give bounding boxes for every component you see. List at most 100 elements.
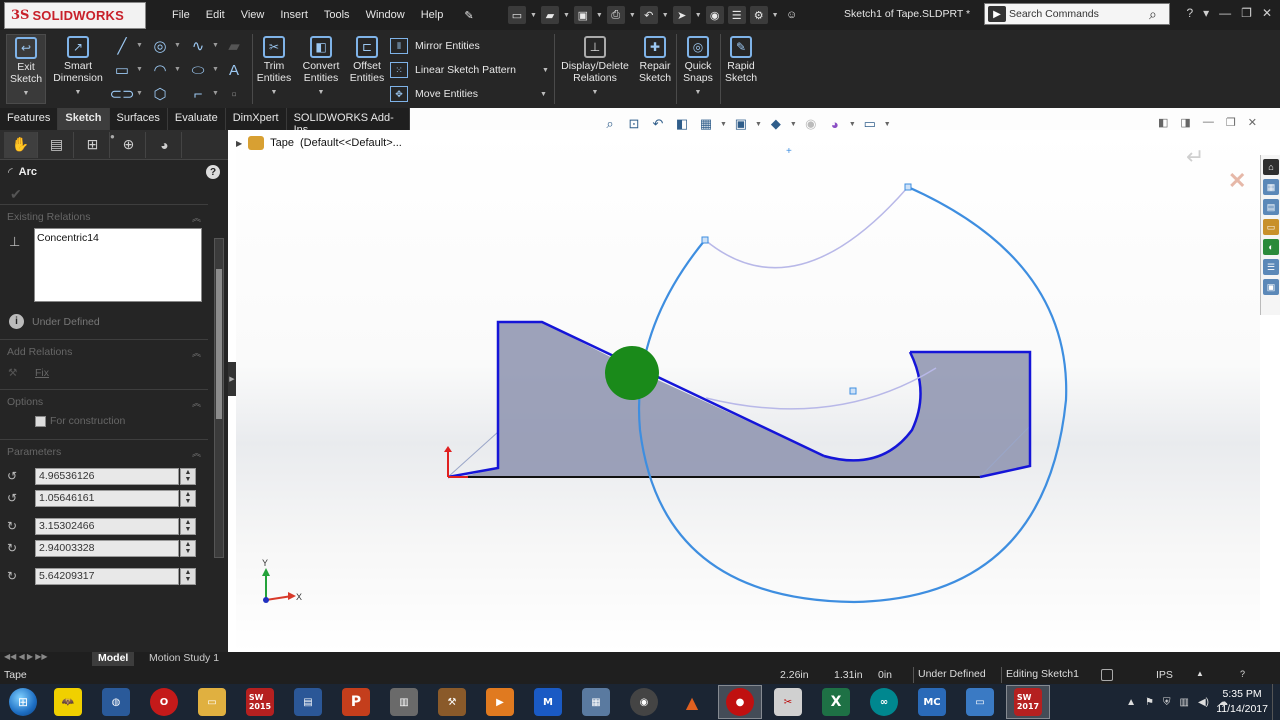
repair-sketch-button[interactable]: ✚ Repair Sketch <box>636 36 674 84</box>
chevron-down-icon[interactable]: ▼ <box>75 87 82 99</box>
taskbar-batman[interactable]: 🦇 <box>46 685 90 719</box>
smart-dimension-button[interactable]: ↗ Smart Dimension ▼ <box>50 36 106 99</box>
menu-insert[interactable]: Insert <box>272 9 316 21</box>
taskbar-excel[interactable]: X <box>814 685 858 719</box>
system-clock[interactable]: 5:35 PM 11/14/2017 <box>1216 687 1268 717</box>
configuration-manager-icon[interactable]: ⊞ <box>76 131 110 158</box>
search-commands-box[interactable]: ▶ Search Commands ⌕ <box>984 3 1170 25</box>
print-icon[interactable]: ⎙ <box>606 6 625 24</box>
chevron-down-icon[interactable]: ▼ <box>790 121 797 128</box>
slot-icon[interactable]: ⊂⊃ <box>109 84 134 104</box>
taskbar-mc[interactable]: MC <box>910 685 954 719</box>
tab-motion-study[interactable]: Motion Study 1 <box>143 652 225 666</box>
resources-icon[interactable]: ▦ <box>1263 179 1279 195</box>
taskbar-media[interactable]: ▶ <box>478 685 522 719</box>
taskbar-recorder[interactable]: ● <box>718 685 762 719</box>
offset-entities-button[interactable]: ⊏ Offset Entities <box>348 36 386 84</box>
tab-solidworks-add-ins[interactable]: SOLIDWORKS Add-Ins <box>287 108 410 136</box>
taskbar-network[interactable]: ◍ <box>94 685 138 719</box>
show-hidden-icons-icon[interactable]: ▲ <box>1126 697 1136 708</box>
chevron-down-icon[interactable]: ▼ <box>530 12 537 19</box>
arc-icon[interactable]: ◠ <box>150 60 170 80</box>
select-cursor-icon[interactable]: ➤ <box>672 6 691 24</box>
taskbar-word[interactable]: ▤ <box>286 685 330 719</box>
move-entities-button[interactable]: ✥ Move Entities ▼ <box>390 84 547 104</box>
solidworks-logo[interactable]: 3S SOLIDWORKS <box>4 2 146 29</box>
taskbar-malwarebytes[interactable]: M <box>526 685 570 719</box>
action-center-flag-icon[interactable]: ⚑ <box>1145 697 1154 708</box>
dimxpert-manager-icon[interactable]: ⊕ <box>112 131 146 158</box>
menu-window[interactable]: Window <box>358 9 413 21</box>
tab-sketch[interactable]: Sketch <box>58 108 110 130</box>
traffic-light-icon[interactable]: ◉ <box>705 6 724 24</box>
ellipse-icon[interactable]: ⬭ <box>188 60 208 80</box>
chevron-down-icon[interactable]: ▼ <box>884 121 891 128</box>
taskbar-powerpoint[interactable]: P <box>334 685 378 719</box>
exit-sketch-button[interactable]: ↩ Exit Sketch ▼ <box>6 34 46 104</box>
panel-collapse-handle[interactable]: ▶ <box>228 362 236 396</box>
chevron-down-icon[interactable]: ▼ <box>212 42 219 49</box>
menu-tools[interactable]: Tools <box>316 9 358 21</box>
chevron-down-icon[interactable]: ▼ <box>212 66 219 73</box>
text-icon[interactable]: A <box>224 60 244 80</box>
collapse-chevron-icon[interactable]: ︽ <box>192 396 201 409</box>
tab-model[interactable]: Model <box>92 652 135 666</box>
checkbox-box[interactable] <box>35 415 46 427</box>
circle-icon[interactable]: ◎ <box>150 36 170 56</box>
panel-grip-icon[interactable]: ● <box>110 132 115 141</box>
convert-entities-button[interactable]: ◧ Convert Entities ▼ <box>298 36 344 99</box>
tab-evaluate[interactable]: Evaluate <box>168 108 226 130</box>
param-input[interactable]: 4.96536126 <box>35 467 179 485</box>
feature-manager-icon[interactable]: ✋ <box>4 131 38 158</box>
hide-show-items-icon[interactable]: ◉ <box>801 114 821 134</box>
minimize-icon[interactable]: — <box>1219 6 1231 20</box>
chevron-down-icon[interactable]: ▼ <box>592 87 599 99</box>
new-document-icon[interactable]: ▭ <box>508 6 526 24</box>
home-icon[interactable]: ⌂ <box>1263 159 1279 175</box>
tab-scroll-icon[interactable]: ◀◀ ◀ ▶ ▶▶ <box>4 652 48 661</box>
collapse-chevron-icon[interactable]: ︽ <box>192 211 201 224</box>
scrollbar-thumb[interactable] <box>216 269 222 419</box>
chevron-down-icon[interactable]: ▼ <box>136 66 143 73</box>
spinner-icon[interactable]: ▲ ▼ <box>180 489 196 507</box>
relation-item[interactable]: Concentric14 <box>37 232 199 244</box>
rebuild-indicator-icon[interactable] <box>1101 669 1113 681</box>
menu-help[interactable]: Help <box>413 9 452 21</box>
appearances-icon[interactable]: ☰ <box>1263 259 1279 275</box>
param-input[interactable]: 1.05646161 <box>35 489 179 507</box>
customize-icon[interactable]: ? <box>1240 669 1245 679</box>
chevron-down-icon[interactable]: ▼ <box>136 90 143 97</box>
chevron-down-icon[interactable]: ▼ <box>849 121 856 128</box>
for-construction-checkbox[interactable]: For construction <box>35 415 201 427</box>
start-button[interactable]: ⊞ <box>0 684 46 720</box>
chevron-down-icon[interactable]: ▼ <box>720 121 727 128</box>
relations-list[interactable]: Concentric14 <box>34 228 202 302</box>
chevron-down-icon[interactable]: ▼ <box>542 67 549 74</box>
status-units[interactable]: IPS <box>1156 669 1173 681</box>
chevron-down-icon[interactable]: ▼ <box>772 12 779 19</box>
taskbar-calculator[interactable]: ▦ <box>574 685 618 719</box>
restore-icon[interactable]: ❐ <box>1226 116 1236 129</box>
param-input[interactable]: 2.94003328 <box>35 539 179 557</box>
show-desktop-button[interactable] <box>1272 684 1280 720</box>
chevron-down-icon[interactable]: ▼ <box>563 12 570 19</box>
quick-snaps-button[interactable]: ◎ Quick Snaps ▼ <box>680 36 716 99</box>
section-view-icon[interactable]: ◧ <box>672 114 692 134</box>
design-library-icon[interactable]: ▤ <box>1263 199 1279 215</box>
confirm-corner-icon[interactable]: ↵ <box>1186 144 1204 170</box>
zoom-to-fit-icon[interactable]: ⌕ <box>600 114 620 134</box>
close-icon[interactable]: ✕ <box>1262 6 1272 20</box>
taskbar-sw2015[interactable]: SW 2015 <box>238 685 282 719</box>
view-palette-icon[interactable]: ◐ <box>1263 239 1279 255</box>
file-explorer-icon[interactable]: ▭ <box>1263 219 1279 235</box>
chevron-down-icon[interactable]: ▼ <box>662 12 669 19</box>
spinner-icon[interactable]: ▲ ▼ <box>180 517 196 535</box>
close-icon[interactable]: ✕ <box>1248 116 1257 129</box>
help-icon[interactable]: ? <box>206 165 220 179</box>
restore-icon[interactable]: ❐ <box>1241 6 1252 20</box>
tile-right-icon[interactable]: ◨ <box>1180 116 1190 129</box>
network-icon[interactable]: ▥ <box>1180 697 1189 708</box>
taskbar-arduino[interactable]: ∞ <box>862 685 906 719</box>
rapid-sketch-button[interactable]: ✎ Rapid Sketch <box>722 36 760 84</box>
search-input[interactable]: Search Commands <box>1009 8 1149 20</box>
